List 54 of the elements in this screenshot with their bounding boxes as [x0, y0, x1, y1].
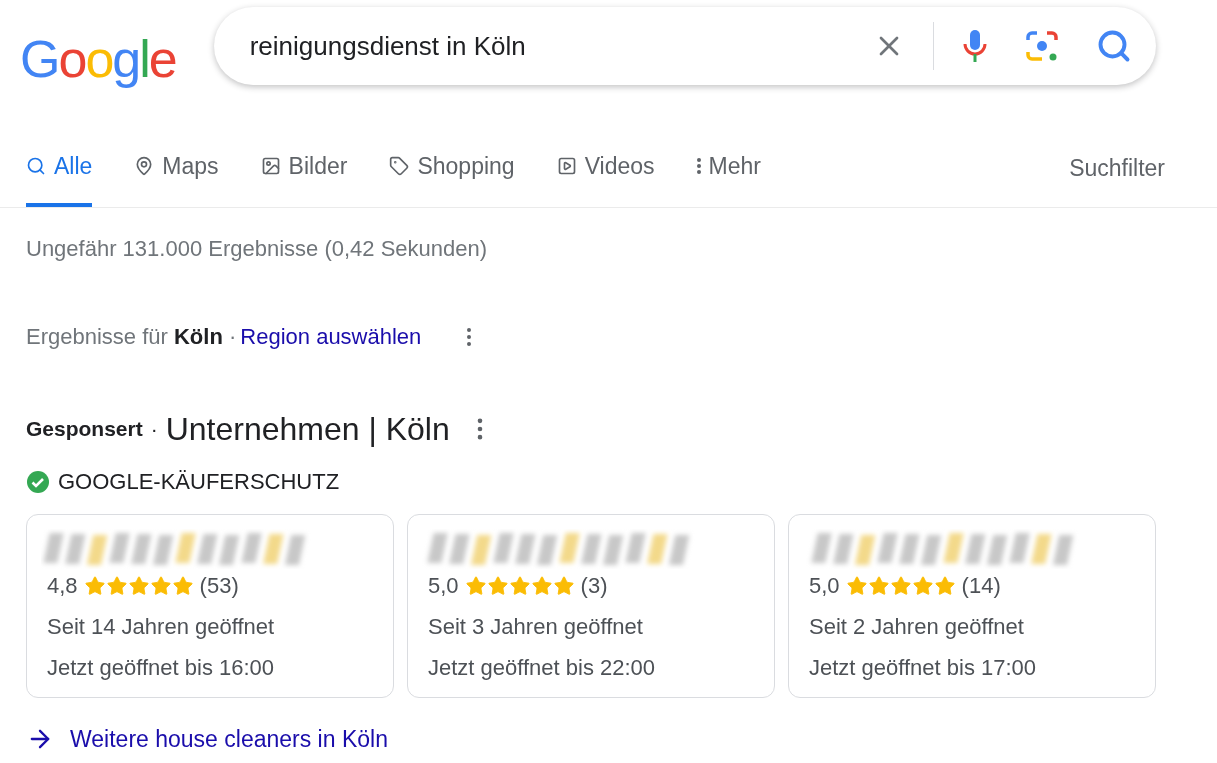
star-icon	[149, 574, 172, 597]
region-link[interactable]: Region auswählen	[240, 320, 422, 353]
opening-hours: Jetzt geöffnet bis 16:00	[47, 654, 276, 682]
separator: ·	[150, 416, 158, 443]
guarantee-label: GOOGLE-KÄUFERSCHUTZ	[58, 468, 340, 496]
review-count: (3)	[580, 572, 608, 600]
tag-icon	[389, 156, 410, 176]
star-icon	[464, 574, 487, 597]
review-count: (53)	[199, 572, 239, 600]
camera-icon[interactable]	[1023, 28, 1060, 64]
search-tab[interactable]: Shopping	[389, 129, 515, 207]
years-open: Seit 3 Jahren geöffnet	[428, 613, 644, 641]
play-icon	[556, 156, 577, 176]
star-icon	[911, 574, 934, 597]
ads-title: Unternehmen | Köln	[165, 410, 450, 449]
region-info: Ergebnisse für Köln ·	[26, 323, 237, 351]
star-icon	[552, 574, 575, 597]
rating-value: 5,0	[809, 572, 840, 600]
opening-hours: Jetzt geöffnet bis 22:00	[428, 654, 657, 682]
years-open: Seit 14 Jahren geöffnet	[47, 613, 276, 641]
more-icon	[696, 158, 701, 174]
sponsored-label: Gesponsert	[26, 416, 143, 443]
search-tab[interactable]: Videos	[556, 129, 655, 207]
rating-value: 4,8	[47, 572, 78, 600]
star-icon	[486, 574, 509, 597]
star-icon	[171, 574, 194, 597]
rating-value: 5,0	[428, 572, 459, 600]
star-icon	[105, 574, 128, 597]
opening-hours: Jetzt geöffnet bis 17:00	[809, 654, 1038, 682]
star-icon	[83, 574, 106, 597]
business-card[interactable]: 4,8 (53) Seit 14 Jahren geöffnet Jetzt geöffnet bis 16:00	[26, 514, 394, 698]
business-card[interactable]: 5,0 (3) Seit 3 Jahren geöffnet Jetzt geöffnet bis 22:00	[407, 514, 775, 698]
review-count: (14)	[961, 572, 1001, 600]
search-tab[interactable]: Alle	[26, 129, 93, 207]
star-icon	[127, 574, 150, 597]
search-icon	[26, 156, 46, 176]
star-icon	[867, 574, 890, 597]
years-open: Seit 2 Jahren geöffnet	[809, 613, 1025, 641]
search-tab[interactable]: Bilder	[260, 129, 348, 207]
search-field[interactable]: reinigungsdienst in Köln	[213, 7, 1156, 85]
business-card[interactable]: 5,0 (14) Seit 2 Jahren geöffnet Jetzt geöffnet bis 17:00	[788, 514, 1156, 698]
microphone-icon[interactable]	[961, 28, 988, 64]
star-icon	[508, 574, 531, 597]
search-tab[interactable]: Mehr	[696, 129, 761, 207]
more-results-link[interactable]: Weitere house cleaners in Köln	[70, 722, 388, 757]
star-icon	[889, 574, 912, 597]
search-filter-button[interactable]: Suchfilter	[1069, 129, 1191, 207]
star-icon	[933, 574, 956, 597]
star-icon	[845, 574, 868, 597]
search-tab[interactable]: Maps	[134, 129, 219, 207]
result-stats: Ungefähr 131.000 Ergebnisse (0,42 Sekunden)	[26, 235, 489, 263]
check-icon	[26, 469, 50, 494]
star-icon	[530, 574, 553, 597]
image-icon	[260, 156, 281, 176]
